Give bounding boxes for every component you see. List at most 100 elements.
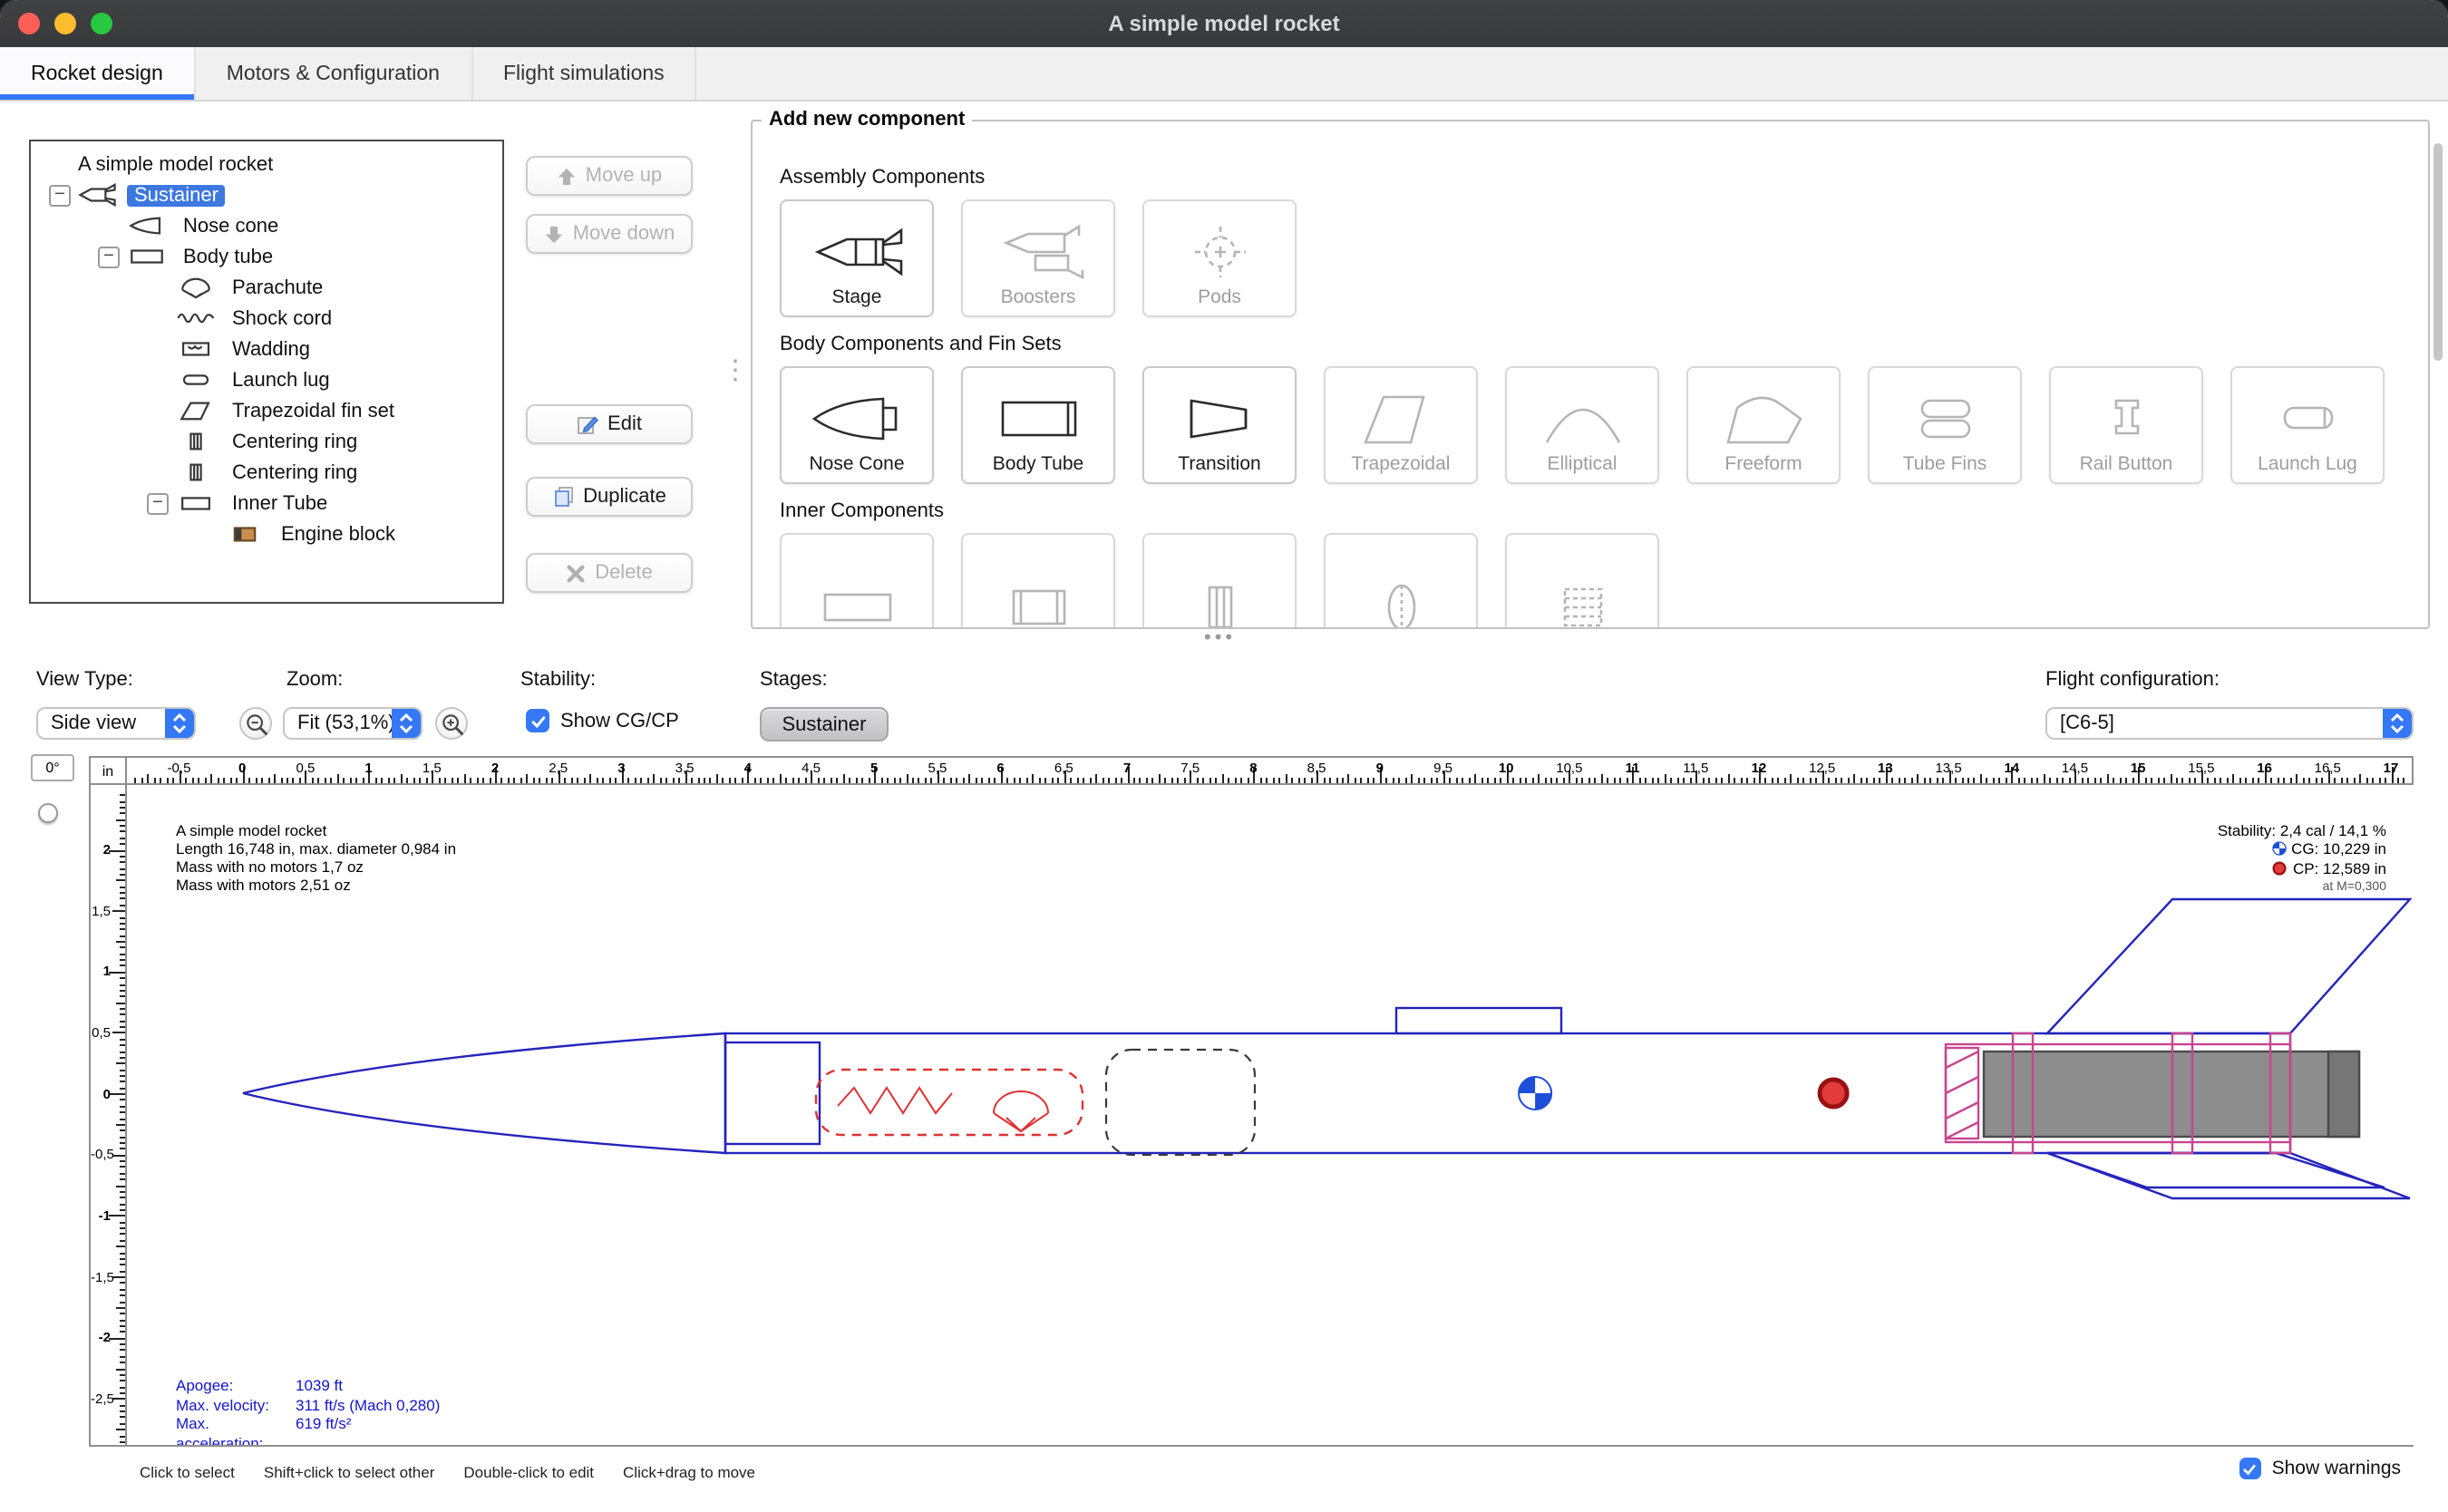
boosters-icon — [987, 221, 1089, 283]
edit-pencil-icon — [577, 413, 598, 435]
innertube-button[interactable] — [780, 533, 934, 629]
tube-fins-button[interactable]: Tube Fins — [1868, 366, 2022, 484]
ruler-tick — [1108, 778, 1110, 783]
ruler-tick — [1588, 778, 1590, 783]
tree-item-shock-cord[interactable]: Shock cord — [31, 303, 502, 334]
transition-icon — [1169, 388, 1270, 450]
ruler-tick — [2069, 778, 2071, 783]
tree-item-engine-block[interactable]: Engine block — [31, 519, 502, 549]
bulkhead-button[interactable] — [1324, 533, 1478, 629]
collapse-icon[interactable]: − — [98, 246, 120, 267]
stage-button[interactable]: Stage — [780, 199, 934, 317]
trapezoidal-icon — [1350, 388, 1452, 450]
ruler-tick — [120, 1057, 125, 1059]
move-up-button[interactable]: Move up — [526, 156, 693, 196]
ruler-tick — [1689, 778, 1691, 783]
tree-item-parachute[interactable]: Parachute — [31, 272, 502, 303]
ruler-tick — [444, 778, 446, 783]
nose-cone-button[interactable]: Nose Cone — [780, 366, 934, 484]
tree-item-centering-ring[interactable]: Centering ring — [31, 426, 502, 457]
tree-item-trapezoidal-fin-set[interactable]: Trapezoidal fin set — [31, 395, 502, 426]
tree-item-wadding[interactable]: Wadding — [31, 334, 502, 364]
ruler-tick — [120, 1435, 125, 1437]
tree-item-sustainer[interactable]: −Sustainer — [31, 179, 502, 210]
ruler-label: 0 — [91, 1085, 111, 1101]
delete-button[interactable]: Delete — [526, 553, 693, 593]
rotation-slider-knob[interactable] — [38, 803, 58, 823]
move-down-button[interactable]: Move down — [526, 214, 693, 254]
tree-item-launch-lug[interactable]: Launch lug — [31, 364, 502, 395]
ruler-tick — [1557, 778, 1559, 783]
ruler-tick — [1791, 774, 1792, 783]
pods-button[interactable]: Pods — [1142, 199, 1297, 317]
fullscreen-button[interactable] — [91, 13, 112, 34]
ruler-label: 2 — [473, 759, 517, 775]
hint-text: Click+drag to move — [623, 1463, 755, 1481]
zoom-out-button[interactable] — [239, 707, 272, 740]
tree-item-label: Trapezoidal fin set — [225, 400, 402, 422]
magnifier-plus-icon — [440, 712, 463, 735]
collapse-icon[interactable]: − — [49, 184, 71, 206]
zoom-in-button[interactable] — [435, 707, 468, 740]
edit-button[interactable]: Edit — [526, 404, 693, 444]
launch-lug-button[interactable]: Launch Lug — [2230, 366, 2385, 484]
ruler-tick — [116, 1245, 125, 1247]
ruler-tick — [2214, 778, 2216, 783]
rocket-drawing-area[interactable]: A simple model rocket Length 16,748 in, … — [127, 785, 2414, 1445]
ruler-tick — [120, 1014, 125, 1016]
elliptical-icon — [1531, 388, 1633, 450]
ruler-tick — [1083, 778, 1084, 783]
tab-rocket-design[interactable]: Rocket design — [0, 47, 196, 100]
coupler-button[interactable] — [961, 533, 1115, 629]
panel-splitter-handle[interactable]: ⋮ — [722, 354, 749, 386]
elliptical-button[interactable]: Elliptical — [1505, 366, 1659, 484]
rail-button-button[interactable]: Rail Button — [2049, 366, 2203, 484]
ruler-tick — [109, 972, 125, 974]
ruler-tick — [2018, 778, 2020, 783]
ruler-tick — [1102, 778, 1103, 783]
mach-condition: at M=0,300 — [2218, 879, 2386, 897]
ruler-tick — [2315, 778, 2317, 783]
ruler-tick — [1872, 778, 1874, 783]
ruler-tick — [1431, 778, 1433, 783]
ruler-tick — [135, 778, 137, 783]
flight-configuration-select[interactable]: [C6-5] — [2045, 707, 2414, 740]
ruler-tick — [1765, 778, 1767, 783]
collapse-icon[interactable]: − — [147, 492, 169, 514]
ruler-tick — [1676, 778, 1678, 783]
rocket-view-canvas[interactable]: -0,500,511,522,533,544,555,566,577,588,5… — [89, 756, 2414, 1447]
panel-resize-handle[interactable]: ••• — [1204, 627, 1236, 649]
add-component-panel: Assembly ComponentsStageBoostersPodsBody… — [751, 120, 2430, 629]
engineblock-button[interactable] — [1505, 533, 1659, 629]
close-button[interactable] — [18, 13, 40, 34]
tree-item-a-simple-model-rocket[interactable]: A simple model rocket — [31, 149, 502, 179]
tree-item-nose-cone[interactable]: Nose cone — [31, 210, 502, 241]
zoom-select[interactable]: Fit (53,1%) — [283, 707, 423, 740]
trapezoidal-button[interactable]: Trapezoidal — [1324, 366, 1478, 484]
duplicate-button[interactable]: Duplicate — [526, 477, 693, 517]
tree-item-inner-tube[interactable]: − Inner Tube — [31, 488, 502, 519]
show-warnings-checkbox[interactable] — [2239, 1458, 2261, 1479]
tab-flight-simulations[interactable]: Flight simulations — [472, 47, 697, 100]
rocket-side-view[interactable] — [127, 785, 2414, 1445]
body-tube-button[interactable]: Body Tube — [961, 366, 1115, 484]
ruler-tick — [120, 947, 125, 949]
boosters-button[interactable]: Boosters — [961, 199, 1115, 317]
tree-item-label: Inner Tube — [225, 492, 335, 514]
transition-button[interactable]: Transition — [1142, 366, 1297, 484]
tree-item-body-tube[interactable]: −Body tube — [31, 241, 502, 272]
stage-toggle-sustainer[interactable]: Sustainer — [760, 707, 889, 741]
component-tree[interactable]: A simple model rocket−SustainerNose cone… — [29, 140, 504, 604]
show-cg-cp-checkbox[interactable] — [526, 709, 549, 732]
tree-item-centering-ring[interactable]: Centering ring — [31, 457, 502, 488]
ruler-tick — [2340, 778, 2342, 783]
button-label: Duplicate — [583, 486, 666, 508]
ruler-tick — [1481, 778, 1482, 783]
tab-motors-configuration[interactable]: Motors & Configuration — [196, 47, 472, 100]
centeringring-button[interactable] — [1142, 533, 1297, 629]
view-type-select[interactable]: Side view — [36, 707, 196, 740]
freeform-button[interactable]: Freeform — [1686, 366, 1841, 484]
ruler-tick — [2151, 778, 2152, 783]
minimize-button[interactable] — [54, 13, 76, 34]
vertical-scrollbar[interactable] — [2433, 143, 2443, 361]
